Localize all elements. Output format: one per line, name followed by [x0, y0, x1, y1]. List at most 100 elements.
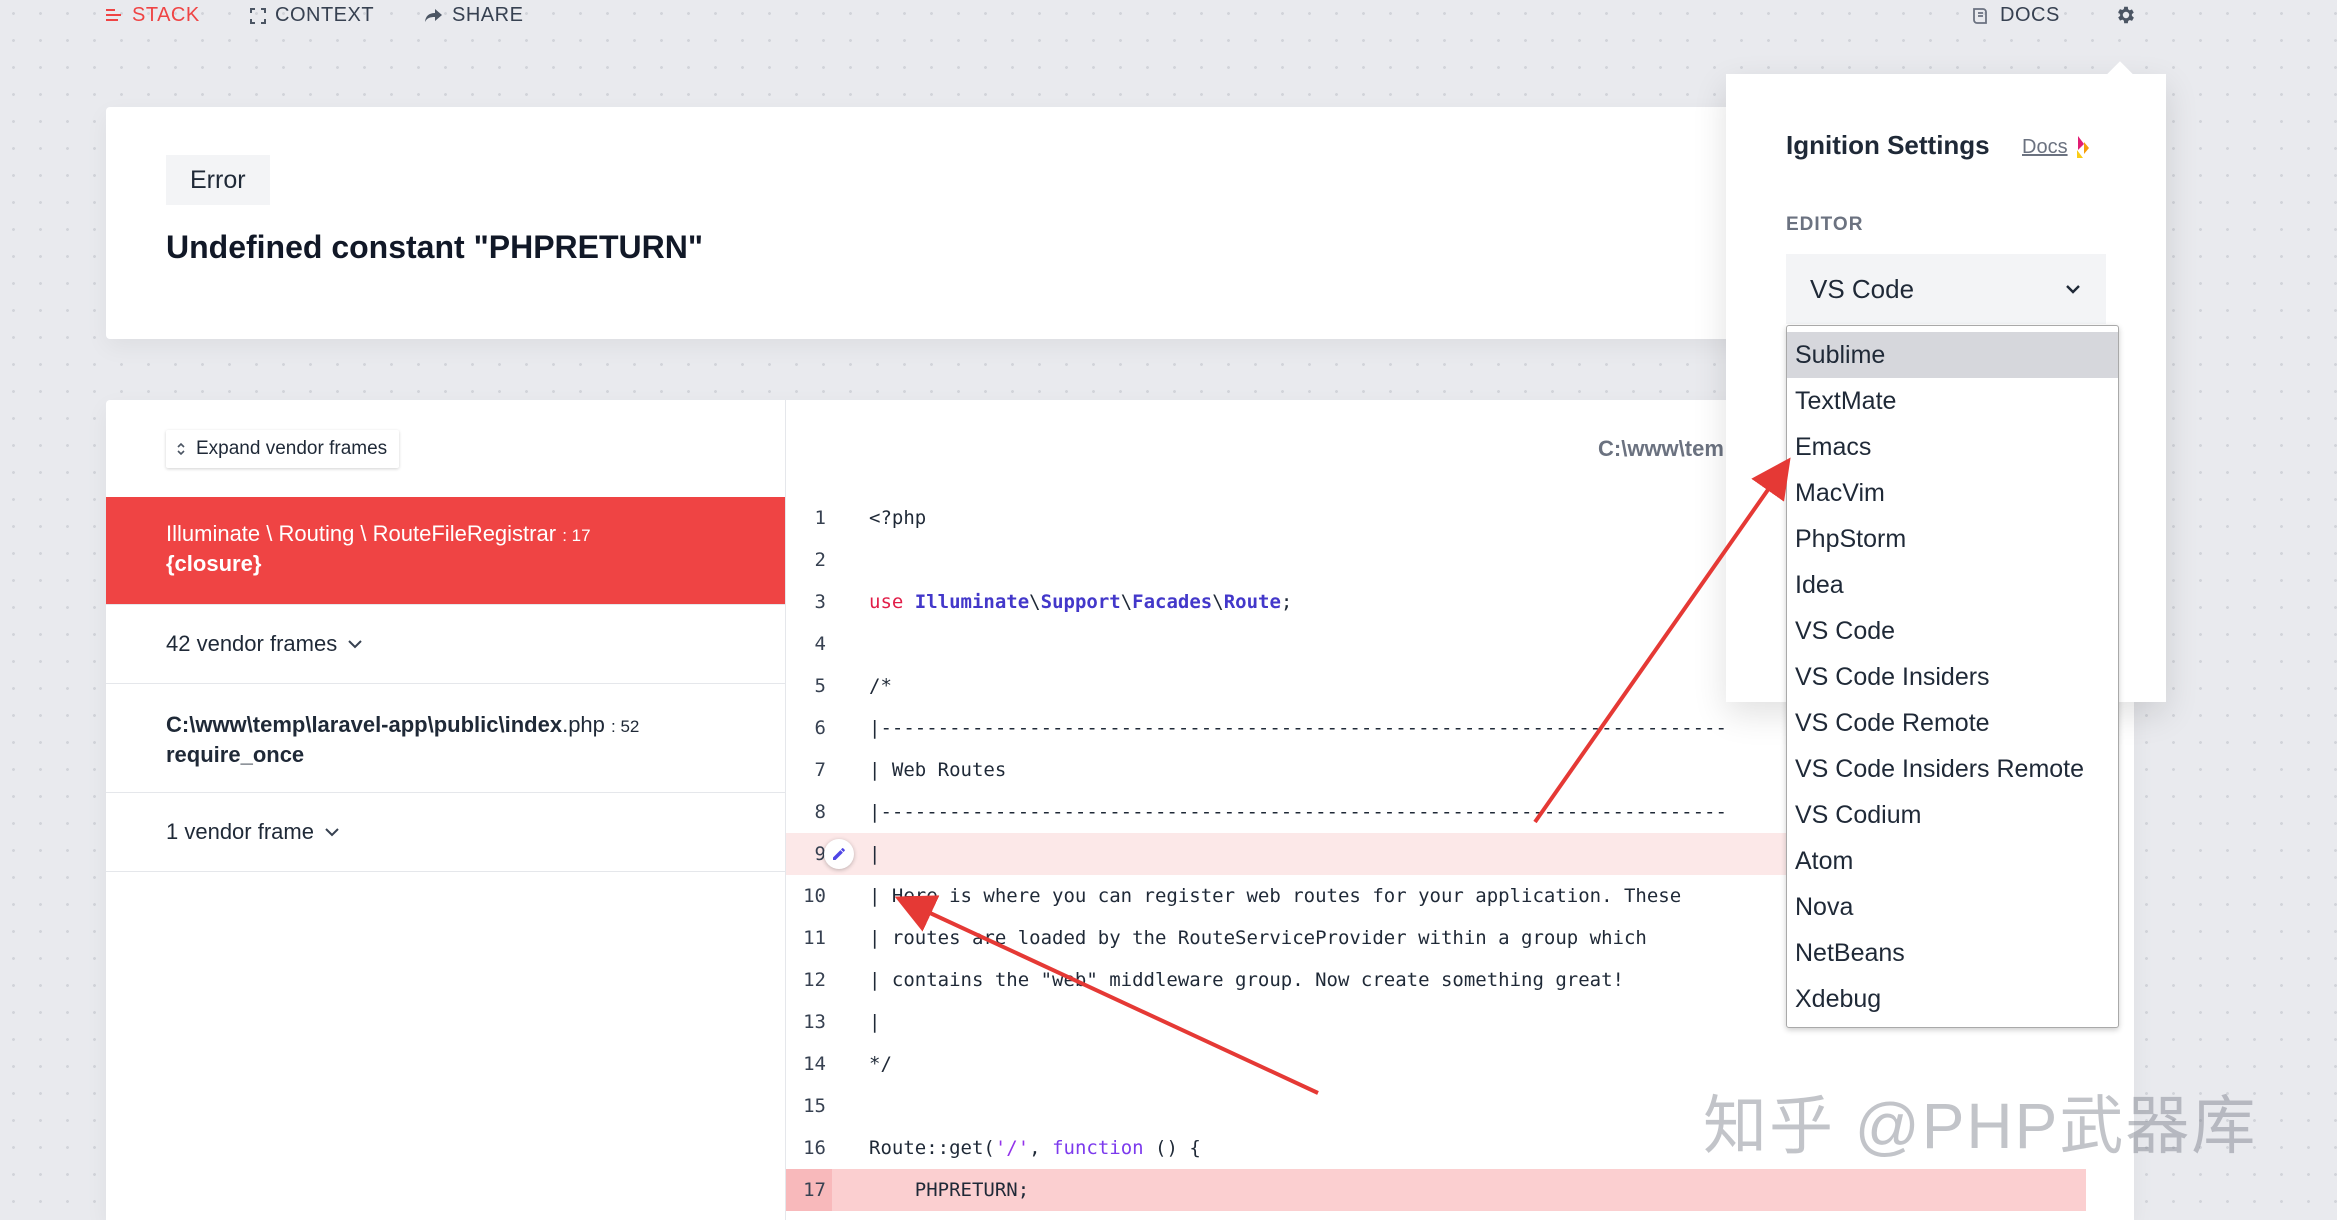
editor-select-value: VS Code: [1810, 273, 1915, 304]
code-text: |---------------------------------------…: [869, 717, 1727, 739]
error-type-badge: Error: [166, 155, 270, 205]
line-number: 8: [814, 801, 826, 823]
code-namespace: Facades: [1132, 591, 1213, 613]
code-text: |---------------------------------------…: [869, 801, 1727, 823]
line-number: 5: [814, 675, 826, 697]
editor-option[interactable]: Idea: [1787, 562, 2118, 608]
error-card: Error Undefined constant "PHPRETURN": [106, 107, 1756, 339]
frame-file-line: : 52: [611, 717, 640, 736]
chevron-up-down-icon: [177, 442, 185, 456]
frame-class: Illuminate \ Routing \ RouteFileRegistra…: [166, 521, 557, 546]
line-number: 7: [814, 759, 826, 781]
editor-label: EDITOR: [1786, 214, 1864, 235]
line-number: 13: [803, 1011, 826, 1033]
code-namespace: Route: [1223, 591, 1281, 613]
tab-share[interactable]: SHARE: [424, 4, 523, 27]
settings-docs-link[interactable]: Docs: [2022, 134, 2090, 160]
settings-button[interactable]: [2115, 4, 2137, 26]
code-text: /*: [869, 675, 892, 697]
line-number: 10: [803, 885, 826, 907]
code-string: '/': [994, 1137, 1030, 1159]
vendor-frames-label: 42 vendor frames: [166, 631, 338, 656]
code-text: | routes are loaded by the RouteServiceP…: [869, 927, 1647, 949]
code-function-keyword: function: [1052, 1137, 1144, 1159]
tab-share-label: SHARE: [452, 4, 524, 26]
line-number: 2: [814, 549, 826, 571]
editor-option[interactable]: VS Code Insiders Remote: [1787, 746, 2118, 792]
stack-frame-file[interactable]: C:\www\temp\laravel-app\public\index.php…: [106, 684, 785, 793]
editor-option[interactable]: TextMate: [1787, 378, 2118, 424]
editor-option[interactable]: Atom: [1787, 838, 2118, 884]
frame-line: : 17: [562, 526, 591, 545]
line-number: 3: [814, 591, 826, 613]
code-text: |: [869, 1011, 881, 1033]
editor-option[interactable]: VS Code: [1787, 608, 2118, 654]
editor-option[interactable]: PhpStorm: [1787, 516, 2118, 562]
code-keyword: use: [869, 591, 904, 613]
editor-option[interactable]: VS Codium: [1787, 792, 2118, 838]
editor-option[interactable]: Nova: [1787, 884, 2118, 930]
code-text: <?php: [869, 507, 927, 529]
frame-file-path: C:\www\temp\laravel-app\public\index: [166, 712, 563, 737]
tab-stack-label: STACK: [132, 4, 200, 26]
line-number: 16: [803, 1137, 826, 1159]
editor-option[interactable]: NetBeans: [1787, 930, 2118, 976]
code-sep: \: [1212, 591, 1224, 613]
stack-frame-active[interactable]: Illuminate \ Routing \ RouteFileRegistra…: [106, 497, 785, 605]
editor-option[interactable]: VS Code Insiders: [1787, 654, 2118, 700]
docs-link-label: DOCS: [2000, 4, 2060, 26]
expand-vendor-frames-button[interactable]: Expand vendor frames: [166, 430, 400, 468]
list-icon: [106, 9, 121, 21]
line-number: 9: [814, 843, 826, 865]
frame-file-function: require_once: [166, 742, 305, 767]
error-message: Undefined constant "PHPRETURN": [166, 229, 704, 265]
code-closure-open: () {: [1143, 1137, 1201, 1159]
line-number: 1: [814, 507, 826, 529]
code-text: PHPRETURN;: [869, 1179, 1030, 1201]
line-number: 17: [803, 1179, 826, 1201]
vendor-frame-label: 1 vendor frame: [166, 819, 314, 844]
code-text: use Illuminate\Support\Facades\Route;: [869, 581, 1292, 623]
share-icon: [425, 8, 442, 22]
chevron-down-icon: [348, 640, 362, 649]
ignition-logo-icon: [2076, 136, 2089, 158]
editor-option[interactable]: Emacs: [1787, 424, 2118, 470]
line-number: 14: [803, 1053, 826, 1075]
line-number: 12: [803, 969, 826, 991]
line-number: 6: [814, 717, 826, 739]
chevron-down-icon: [2066, 285, 2080, 294]
vendor-frame-toggle[interactable]: 1 vendor frame: [106, 793, 785, 872]
code-text: | contains the "web" middleware group. N…: [869, 969, 1624, 991]
editor-option[interactable]: Sublime: [1787, 332, 2118, 378]
stack-frames-panel: Expand vendor frames Illuminate \ Routin…: [106, 400, 786, 1220]
expand-vendor-frames-label: Expand vendor frames: [196, 438, 388, 459]
editor-option[interactable]: MacVim: [1787, 470, 2118, 516]
settings-docs-label: Docs: [2022, 135, 2068, 158]
code-route-call: Route::get(: [869, 1137, 995, 1159]
watermark: 知乎 @PHP武器库: [1703, 1090, 2258, 1162]
line-number: 4: [814, 633, 826, 655]
tab-context[interactable]: CONTEXT: [250, 4, 374, 27]
top-nav: STACK CONTEXT SHARE DOCS: [0, 0, 2337, 34]
code-comma: ,: [1029, 1137, 1053, 1159]
frame-function: {closure}: [166, 551, 262, 576]
editor-select[interactable]: VS Code: [1786, 254, 2106, 324]
chevron-down-icon: [325, 828, 339, 837]
expand-icon: [250, 7, 266, 24]
tab-context-label: CONTEXT: [275, 4, 375, 26]
editor-options-list: Sublime TextMate Emacs MacVim PhpStorm I…: [1786, 325, 2119, 1028]
code-text: |: [869, 843, 881, 865]
frame-file-ext: .php: [562, 712, 605, 737]
code-sep: \: [1120, 591, 1133, 613]
editor-option[interactable]: VS Code Remote: [1787, 700, 2118, 746]
code-file-path: C:\www\tem: [1598, 436, 1724, 461]
line-number: 15: [803, 1095, 826, 1117]
docs-link[interactable]: DOCS: [1971, 4, 2060, 27]
tab-stack[interactable]: STACK: [106, 4, 200, 27]
pencil-icon: [833, 848, 845, 860]
vendor-frames-toggle[interactable]: 42 vendor frames: [106, 605, 785, 684]
code-text: */: [869, 1053, 892, 1075]
code-semicolon: ;: [1280, 591, 1293, 613]
editor-option[interactable]: Xdebug: [1787, 976, 2118, 1022]
open-in-editor-button[interactable]: [824, 839, 854, 869]
